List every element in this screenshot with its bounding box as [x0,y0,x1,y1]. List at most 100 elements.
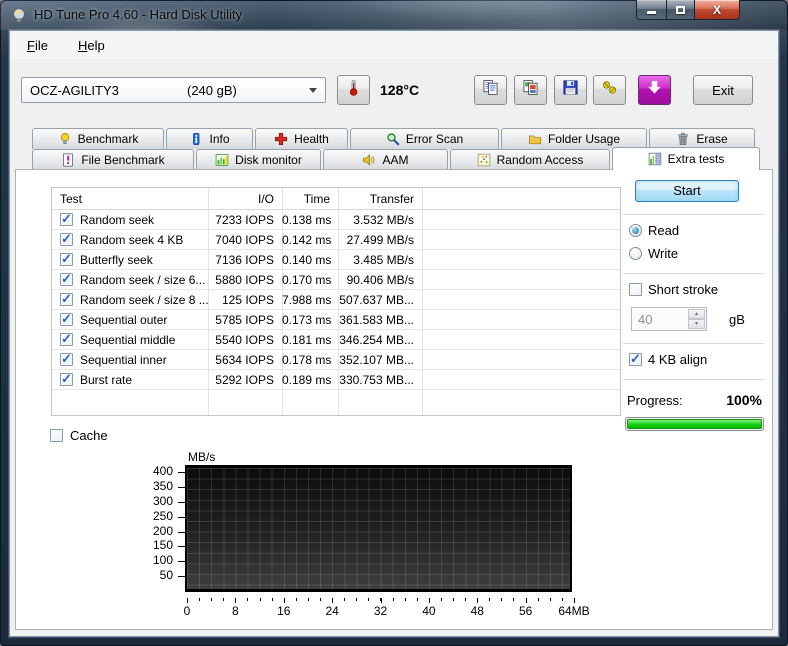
start-button[interactable]: Start [635,180,739,202]
copy-pages-icon [482,79,499,101]
copy-image-button[interactable] [514,75,547,105]
column-header-transfer[interactable]: Transfer [338,192,422,206]
copy-text-button[interactable] [474,75,507,105]
tab-file-benchmark[interactable]: File Benchmark [32,149,194,170]
tab-disk-monitor[interactable]: Disk monitor [196,149,321,170]
short-stroke-option[interactable]: Short stroke [629,282,766,297]
table-row[interactable]: Random seek / size 8 ... 125 IOPS 7.988 … [52,290,620,310]
drive-select-dropdown[interactable]: OCZ-AGILITY3 (240 gB) [21,77,326,103]
x-tick-mark [332,598,333,603]
size-spinner[interactable]: 40 ▲ ▼ [631,307,707,331]
table-row[interactable]: Sequential inner 5634 IOPS 0.178 ms 352.… [52,350,620,370]
update-button[interactable] [638,75,671,105]
table-row[interactable]: Sequential middle 5540 IOPS 0.181 ms 346… [52,330,620,350]
x-minor-tick [393,598,394,601]
folder-icon [528,132,542,146]
table-row[interactable]: Random seek / size 6... 5880 IOPS 0.170 … [52,270,620,290]
transfer-value: 361.583 MB... [338,313,422,327]
titlebar[interactable]: HD Tune Pro 4.60 - Hard Disk Utility X [0,0,788,30]
io-value: 5540 IOPS [208,333,282,347]
align-option[interactable]: 4 KB align [629,352,766,367]
test-name: Random seek / size 6... [80,273,205,287]
tab-folder-usage[interactable]: Folder Usage [501,128,647,149]
short-stroke-checkbox[interactable] [629,283,642,296]
tab-extra-tests[interactable]: Extra tests [612,147,760,170]
time-value: 0.189 ms [282,373,338,387]
chevron-down-icon [309,88,317,93]
x-minor-tick [368,598,369,601]
x-minor-tick [260,598,261,601]
chart-y-axis-label: MB/s [188,450,215,464]
exit-button[interactable]: Exit [693,75,753,105]
table-row[interactable]: Random seek 4 KB 7040 IOPS 0.142 ms 27.4… [52,230,620,250]
table-row[interactable]: Burst rate 5292 IOPS 0.189 ms 330.753 MB… [52,370,620,390]
x-minor-tick [513,598,514,601]
row-checkbox[interactable] [60,253,73,266]
io-value: 7136 IOPS [208,253,282,267]
align-checkbox[interactable] [629,353,642,366]
row-checkbox[interactable] [60,313,73,326]
table-row[interactable]: Butterfly seek 7136 IOPS 0.140 ms 3.485 … [52,250,620,270]
column-header-io[interactable]: I/O [208,192,282,206]
io-value: 125 IOPS [208,293,282,307]
menu-help[interactable]: Help [70,35,113,56]
column-header-time[interactable]: Time [282,192,338,206]
close-button[interactable]: X [694,0,740,20]
table-row[interactable]: Random seek 7233 IOPS 0.138 ms 3.532 MB/… [52,210,620,230]
maximize-button[interactable] [666,0,694,20]
tab-aam[interactable]: AAM [323,149,448,170]
x-minor-tick [501,598,502,601]
io-value: 5292 IOPS [208,373,282,387]
row-checkbox[interactable] [60,273,73,286]
save-button[interactable] [554,75,587,105]
tab-random-access[interactable]: Random Access [450,149,610,170]
write-option[interactable]: Write [629,246,766,261]
tab-health[interactable]: Health [255,128,348,149]
tab-erase[interactable]: Erase [649,128,755,149]
tab-info[interactable]: Info [166,128,253,149]
read-radio[interactable] [629,224,642,237]
y-tick-label: 100 [153,553,173,567]
cache-checkbox[interactable] [50,429,63,442]
read-label: Read [648,223,679,238]
download-arrow-icon [646,79,663,101]
test-name: Butterfly seek [80,253,153,267]
y-tick-label: 150 [153,538,173,552]
x-minor-tick [296,598,297,601]
table-row[interactable]: Sequential outer 5785 IOPS 0.173 ms 361.… [52,310,620,330]
tab-error-scan[interactable]: Error Scan [350,128,499,149]
options-button[interactable] [593,75,626,105]
read-option[interactable]: Read [629,223,766,238]
row-checkbox[interactable] [60,353,73,366]
menu-file[interactable]: File [19,35,56,56]
spin-down-icon[interactable]: ▼ [688,319,705,329]
column-header-test[interactable]: Test [52,192,208,206]
temperature-button[interactable] [337,75,370,105]
x-tick-mark [284,598,285,603]
x-tick-mark [235,598,236,603]
x-tick-mark [477,598,478,603]
row-checkbox[interactable] [60,213,73,226]
drive-capacity: (240 gB) [187,83,237,98]
floppy-icon [562,79,579,101]
x-tick-label: 24 [325,604,338,618]
spin-up-icon[interactable]: ▲ [688,309,705,319]
x-minor-tick [247,598,248,601]
progress-bar-fill [627,419,762,429]
maximize-icon [676,6,685,14]
row-checkbox[interactable] [60,333,73,346]
time-value: 0.178 ms [282,353,338,367]
short-stroke-label: Short stroke [648,282,718,297]
x-minor-tick [441,598,442,601]
cache-option[interactable]: Cache [50,428,108,443]
x-minor-tick [465,598,466,601]
x-tick-mark [526,598,527,603]
row-checkbox[interactable] [60,233,73,246]
row-checkbox[interactable] [60,293,73,306]
row-checkbox[interactable] [60,373,73,386]
write-radio[interactable] [629,247,642,260]
x-tick-mark [429,598,430,603]
minimize-button[interactable] [636,0,666,20]
tab-benchmark[interactable]: Benchmark [32,128,164,149]
health-cross-icon [274,132,288,146]
